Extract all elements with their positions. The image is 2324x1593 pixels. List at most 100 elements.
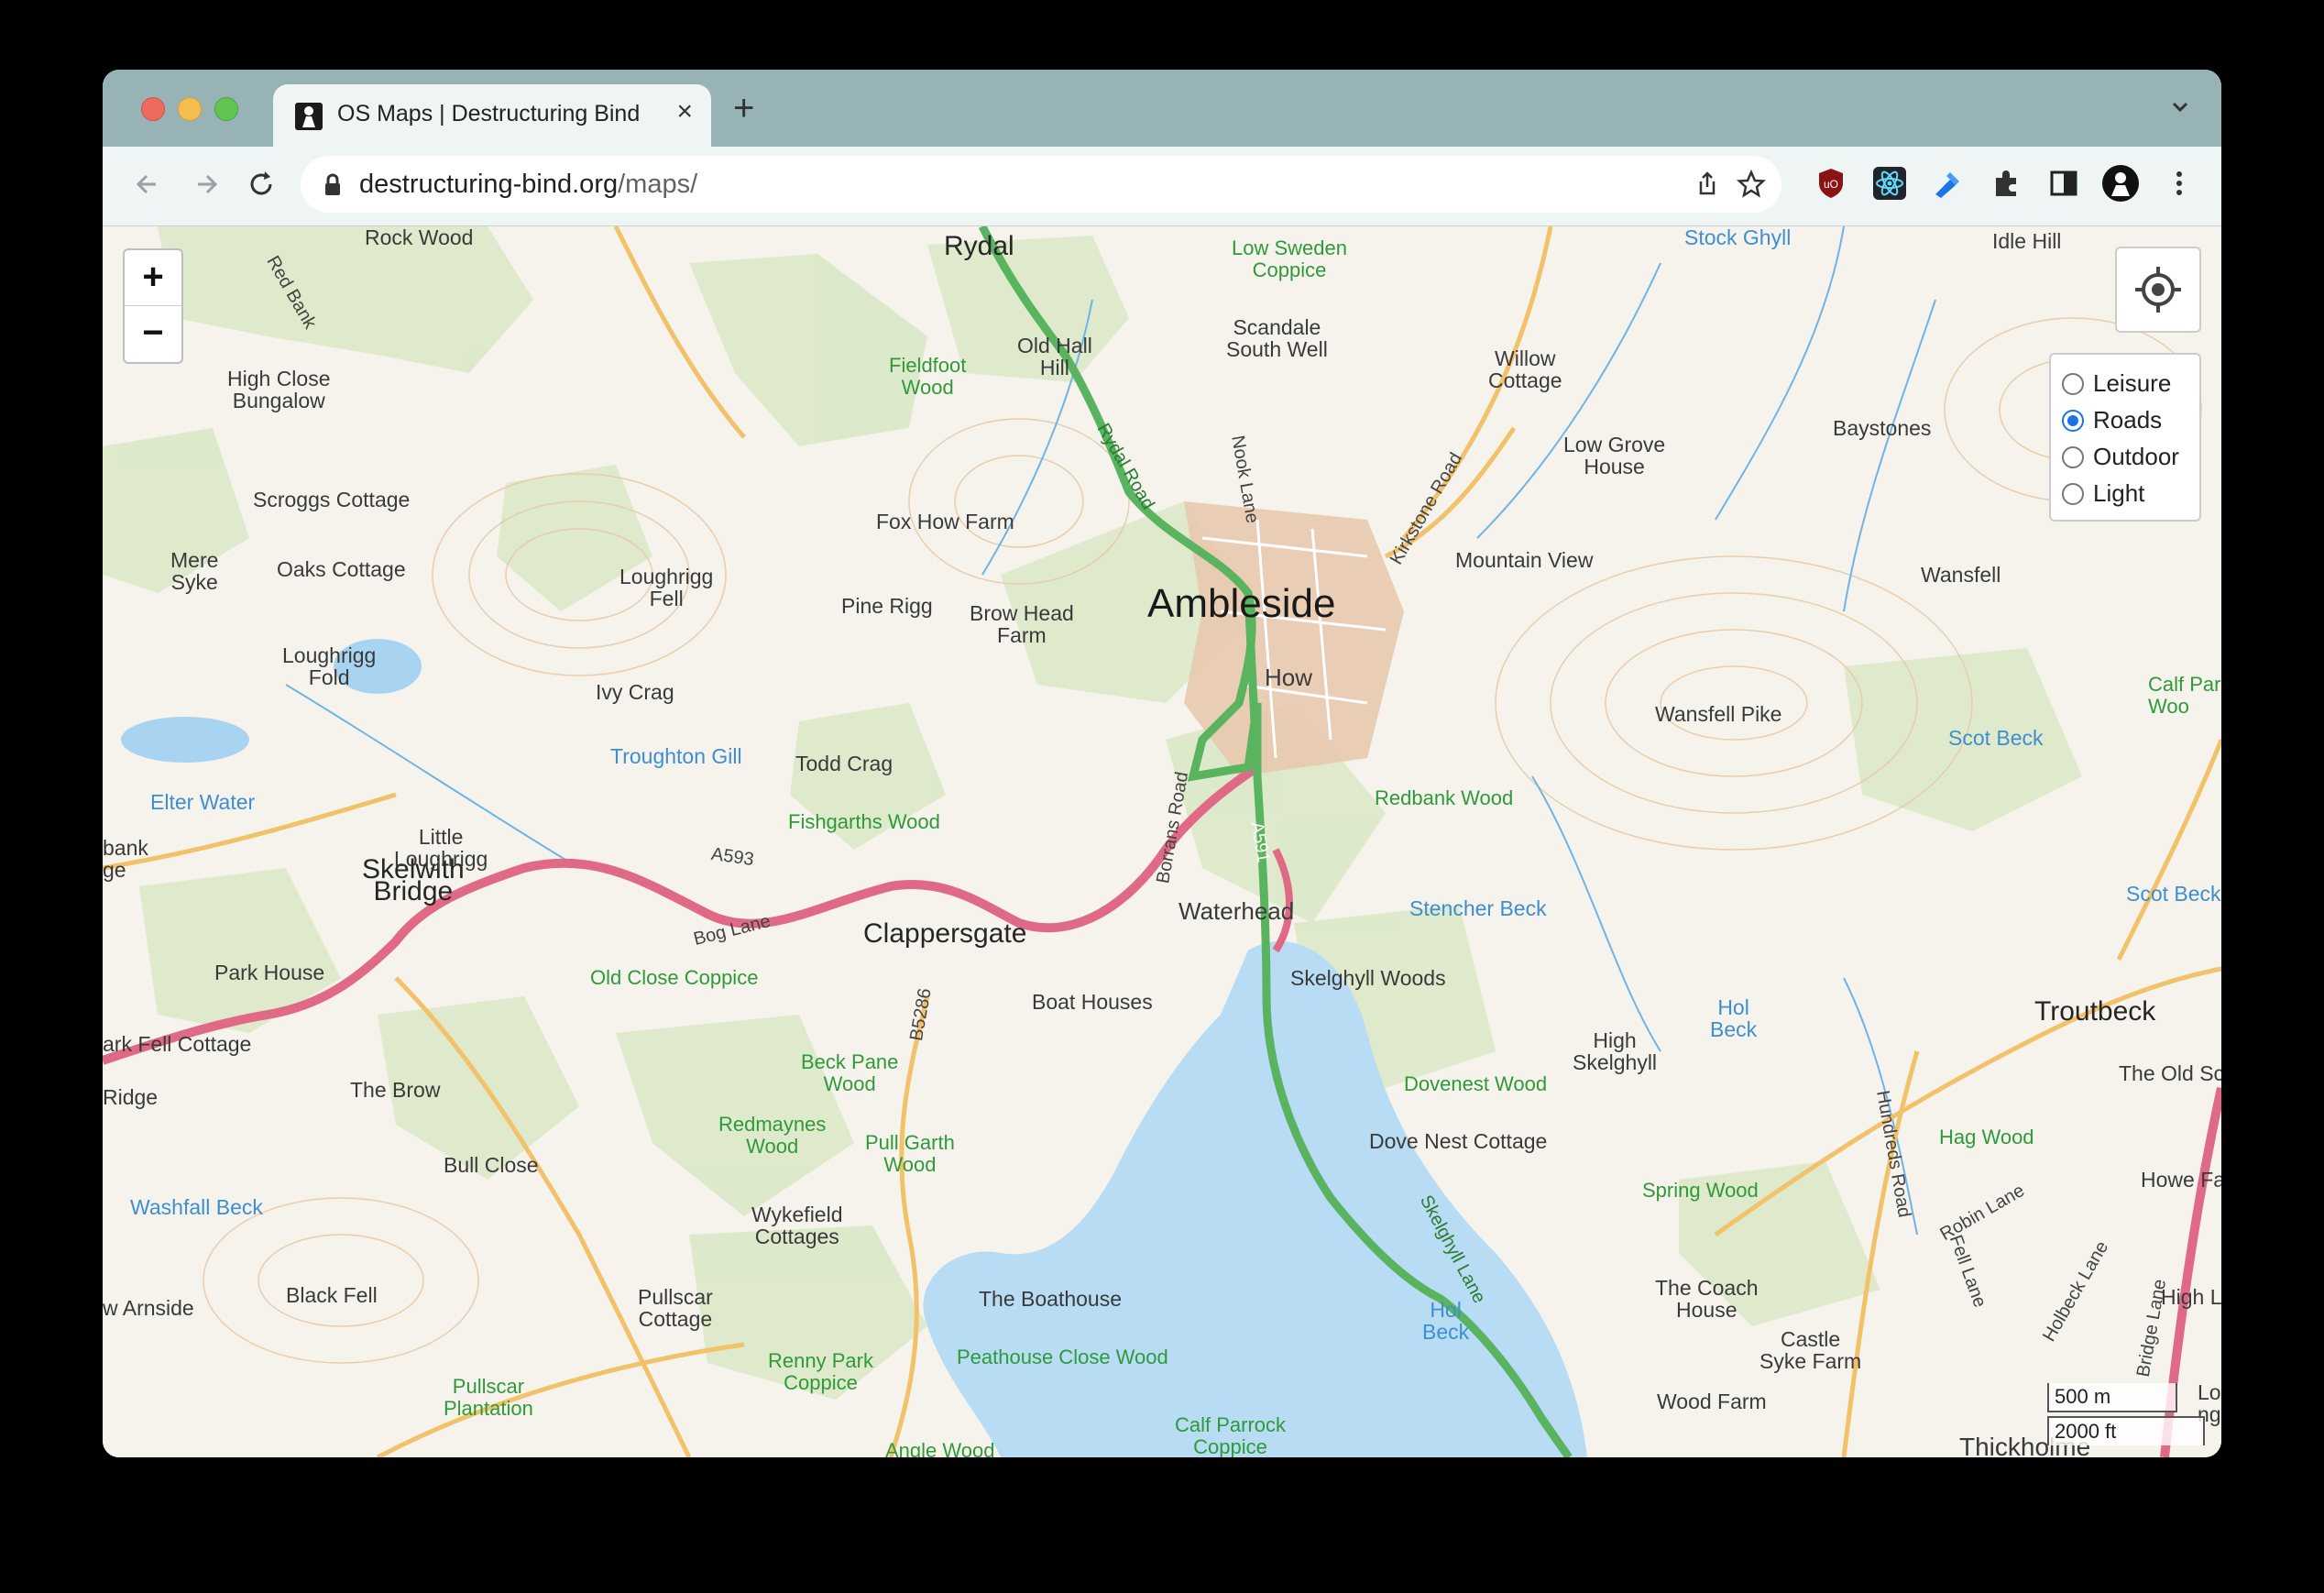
back-arrow-icon[interactable] <box>126 163 169 205</box>
label-rock-wood: Rock Wood <box>365 226 474 249</box>
address-bar[interactable]: destructuring-bind.org/maps/ <box>301 156 1781 213</box>
label-wansfell-pike: Wansfell Pike <box>1655 702 1782 726</box>
radio-leisure[interactable] <box>2062 373 2084 395</box>
label-bank-edge: bank ge <box>103 836 148 882</box>
maximize-window-button[interactable] <box>214 97 238 121</box>
label-pine-rigg: Pine Rigg <box>841 594 933 618</box>
label-the-old-sc: The Old Sc <box>2119 1061 2221 1085</box>
zoom-in-button[interactable]: + <box>125 250 181 306</box>
close-window-button[interactable] <box>141 97 165 121</box>
share-icon[interactable] <box>1692 169 1723 200</box>
eyedropper-extension-icon[interactable] <box>1928 163 1968 203</box>
label-loughrigg-fold: Loughrigg Fold <box>282 643 377 689</box>
label-low-grove-house: Low Grove House <box>1563 433 1666 478</box>
label-loughrigg-fell: Loughrigg Fell <box>619 565 714 610</box>
map-viewport[interactable]: Ambleside Rydal Skelwith Bridge Clappers… <box>103 226 2221 1457</box>
label-idle-hill: Idle Hill <box>1992 229 2062 253</box>
tab-close-icon[interactable]: × <box>676 96 693 127</box>
lock-icon[interactable] <box>321 172 345 198</box>
label-clappersgate: Clappersgate <box>863 918 1027 949</box>
browser-toolbar: destructuring-bind.org/maps/ uO <box>103 147 2221 226</box>
label-howe-fa: Howe Fa <box>2141 1168 2221 1192</box>
label-skelghyll-woods: Skelghyll Woods <box>1290 966 1446 990</box>
label-redmaynes-wood: Redmaynes Wood <box>718 1113 827 1158</box>
label-troughton-gill: Troughton Gill <box>610 744 742 768</box>
label-low-sweden-coppice: Low Sweden Coppice <box>1232 236 1347 281</box>
label-high-close-bungalow: High Close Bungalow <box>227 367 331 412</box>
label-black-fell: Black Fell <box>286 1283 378 1307</box>
label-willow-cottage: Willow Cottage <box>1488 346 1562 392</box>
label-elter-water: Elter Water <box>150 790 256 814</box>
new-tab-button[interactable]: + <box>733 90 754 126</box>
label-rydal: Rydal <box>944 231 1014 261</box>
radio-light[interactable] <box>2062 483 2084 505</box>
layer-label: Roads <box>2093 406 2163 434</box>
label-pullscar-plantation: Pullscar Plantation <box>444 1375 533 1420</box>
browser-tab[interactable]: OS Maps | Destructuring Bind × <box>273 84 711 147</box>
label-w-arnside: w Arnside <box>103 1296 194 1320</box>
label-scandale-south-well: Scandale South Well <box>1226 315 1328 361</box>
label-angle-wood: Angle Wood <box>885 1439 995 1458</box>
label-pull-garth-wood: Pull Garth Wood <box>865 1131 955 1176</box>
svg-text:uO: uO <box>1824 178 1838 191</box>
layer-label: Leisure <box>2093 369 2172 397</box>
scale-imperial: 2000 ft <box>2047 1416 2205 1445</box>
label-waterhead: Waterhead <box>1178 897 1295 925</box>
reload-icon[interactable] <box>240 163 282 205</box>
layer-label: Outdoor <box>2093 443 2179 470</box>
label-scot-beck: Scot Beck <box>1948 726 2044 750</box>
label-ridge: Ridge <box>103 1085 159 1109</box>
label-ambleside: Ambleside <box>1147 581 1336 626</box>
react-devtools-icon[interactable] <box>1869 163 1910 203</box>
label-old-close-coppice: Old Close Coppice <box>590 966 759 989</box>
chrome-menu-icon[interactable] <box>2159 163 2199 203</box>
label-brow-head-farm: Brow Head Farm <box>970 601 1074 647</box>
forward-arrow-icon[interactable] <box>185 163 227 205</box>
layer-label: Light <box>2093 479 2145 507</box>
label-stencher-beck: Stencher Beck <box>1409 896 1547 920</box>
profile-avatar[interactable] <box>2100 163 2141 203</box>
label-park-house: Park House <box>214 961 325 984</box>
label-how: How <box>1265 664 1313 691</box>
scale-metric: 500 m <box>2047 1383 2177 1412</box>
radio-roads[interactable] <box>2062 410 2084 432</box>
label-high-l: High L <box>2161 1285 2221 1309</box>
favicon-icon <box>295 103 323 130</box>
label-peathouse-close-wood: Peathouse Close Wood <box>957 1346 1168 1368</box>
label-pullscar-cottage: Pullscar Cottage <box>638 1285 713 1331</box>
tab-search-chevron-icon[interactable] <box>2166 93 2194 121</box>
label-calf-parrock-coppice: Calf Parrock Coppice <box>1175 1413 1287 1458</box>
label-wood-farm: Wood Farm <box>1657 1390 1767 1413</box>
layer-switcher: Leisure Roads Outdoor Light <box>2049 353 2201 522</box>
label-boat-houses: Boat Houses <box>1032 990 1153 1014</box>
label-todd-crag: Todd Crag <box>795 752 893 775</box>
side-panel-icon[interactable] <box>2044 163 2084 203</box>
label-hag-wood: Hag Wood <box>1939 1126 2034 1148</box>
label-old-hall-hill: Old Hall Hill <box>1017 334 1092 379</box>
ublock-extension-icon[interactable]: uO <box>1811 163 1851 203</box>
label-mountain-view: Mountain View <box>1455 548 1594 572</box>
extensions-puzzle-icon[interactable] <box>1987 163 2027 203</box>
zoom-out-button[interactable]: − <box>125 306 181 361</box>
label-dove-nest-cottage: Dove Nest Cottage <box>1369 1129 1548 1153</box>
label-bull-close: Bull Close <box>444 1153 539 1177</box>
label-wansfell: Wansfell <box>1921 563 2001 587</box>
label-fishgarths-wood: Fishgarths Wood <box>788 810 940 833</box>
minimize-window-button[interactable] <box>178 97 202 121</box>
label-castle-syke-farm: Castle Syke Farm <box>1759 1327 1862 1373</box>
locate-me-button[interactable] <box>2115 247 2201 333</box>
label-hol-beck-2: Hol Beck <box>1710 995 1758 1041</box>
label-high-skelghyll: High Skelghyll <box>1573 1028 1658 1074</box>
label-scot-beck-2: Scot Beck <box>2126 882 2221 906</box>
bookmark-star-icon[interactable] <box>1736 169 1767 200</box>
label-the-boathouse: The Boathouse <box>979 1287 1123 1311</box>
label-scroggs-cottage: Scroggs Cottage <box>253 488 411 511</box>
label-wykefield-cottages: Wykefield Cottages <box>751 1203 843 1248</box>
label-troutbeck: Troutbeck <box>2034 996 2156 1027</box>
zoom-control: + − <box>123 248 183 364</box>
title-bar: OS Maps | Destructuring Bind × + <box>103 70 2221 147</box>
label-baystones: Baystones <box>1833 416 1932 440</box>
label-renny-park-coppice: Renny Park Coppice <box>768 1349 873 1394</box>
radio-outdoor[interactable] <box>2062 446 2084 468</box>
url-text[interactable]: destructuring-bind.org/maps/ <box>359 170 697 200</box>
